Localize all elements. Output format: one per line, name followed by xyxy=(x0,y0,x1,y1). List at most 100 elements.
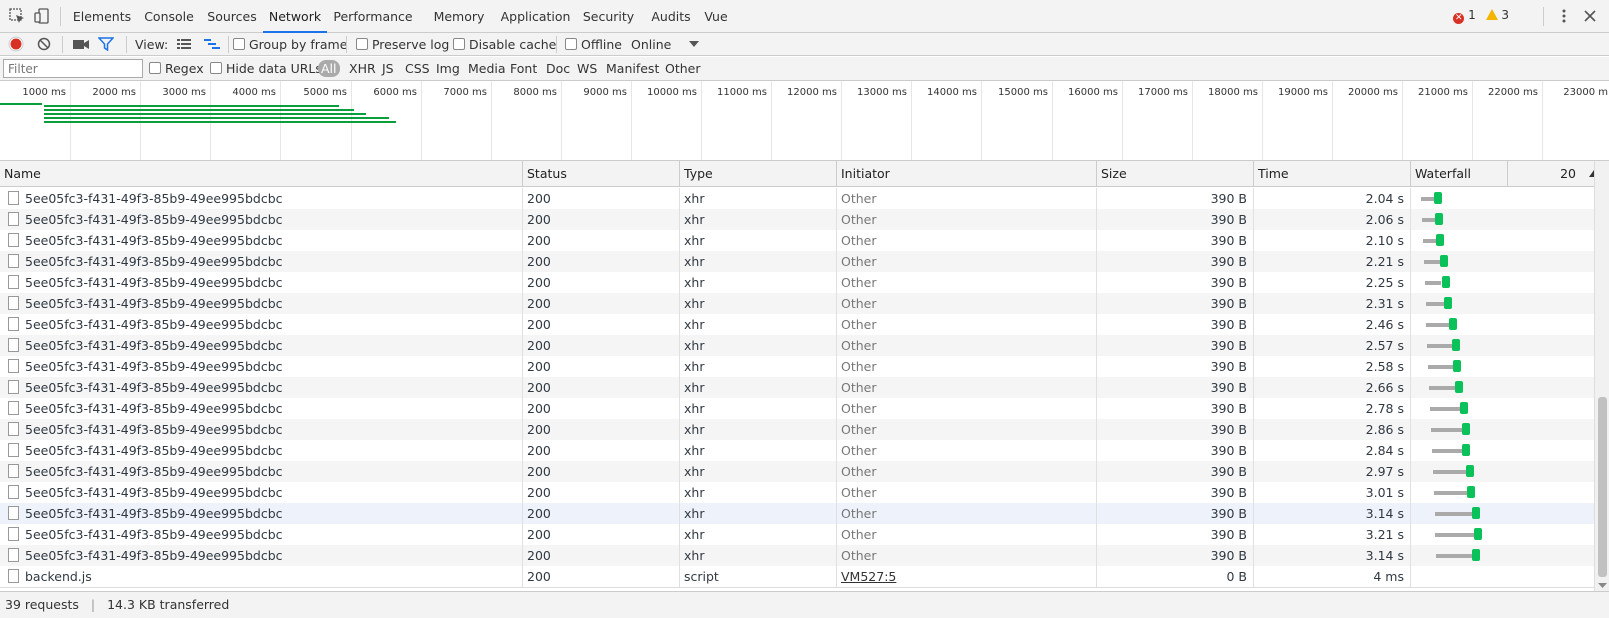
overview-bar xyxy=(44,117,389,119)
filter-type-doc[interactable]: Doc xyxy=(546,61,570,76)
filter-type-xhr[interactable]: XHR xyxy=(349,61,376,76)
column-header-initiator[interactable]: Initiator xyxy=(837,161,1097,187)
waterfall-receive-bar xyxy=(1459,402,1468,414)
tab-security[interactable]: Security xyxy=(572,0,645,33)
filter-type-css[interactable]: CSS xyxy=(405,61,430,76)
throttling-select[interactable]: Online xyxy=(631,37,671,52)
column-header-name[interactable]: Name xyxy=(0,161,523,187)
tab-network[interactable]: Network xyxy=(263,0,327,33)
filter-type-manifest[interactable]: Manifest xyxy=(606,61,659,76)
waterfall-cell xyxy=(1411,482,1594,503)
filter-type-ws[interactable]: WS xyxy=(577,61,597,76)
column-header-waterfall[interactable]: Waterfall xyxy=(1411,161,1508,187)
device-toolbar-icon[interactable] xyxy=(33,7,51,25)
type-cell: script xyxy=(680,566,837,587)
table-row[interactable]: 5ee05fc3-f431-49f3-85b9-49ee995bdcbc 200 x… xyxy=(0,272,1594,293)
close-icon[interactable] xyxy=(1581,7,1599,25)
more-options-icon[interactable] xyxy=(1555,7,1573,25)
column-header-size[interactable]: Size xyxy=(1097,161,1254,187)
table-row[interactable]: 5ee05fc3-f431-49f3-85b9-49ee995bdcbc 200 x… xyxy=(0,482,1594,503)
tab-performance[interactable]: Performance xyxy=(327,0,419,33)
overview-tick-label: 21000 ms xyxy=(1418,87,1468,98)
table-row[interactable]: 5ee05fc3-f431-49f3-85b9-49ee995bdcbc 200 x… xyxy=(0,545,1594,566)
issues-counter[interactable]: ✕ 1 3 xyxy=(1453,8,1509,24)
filter-type-js[interactable]: JS xyxy=(382,61,394,76)
record-icon[interactable] xyxy=(8,36,24,52)
table-row[interactable]: 5ee05fc3-f431-49f3-85b9-49ee995bdcbc 200 x… xyxy=(0,503,1594,524)
filter-type-media[interactable]: Media xyxy=(468,61,506,76)
table-row[interactable]: 5ee05fc3-f431-49f3-85b9-49ee995bdcbc 200 x… xyxy=(0,335,1594,356)
time-cell: 4 ms xyxy=(1254,566,1411,587)
filter-type-other[interactable]: Other xyxy=(665,61,701,76)
initiator-cell: Other xyxy=(837,251,1097,272)
column-header-status[interactable]: Status xyxy=(523,161,680,187)
scrollbar-thumb[interactable] xyxy=(1598,397,1607,577)
initiator-value[interactable]: VM527:5 xyxy=(841,569,896,584)
overview-waterfall-icon[interactable] xyxy=(204,38,220,50)
filter-type-all[interactable]: All xyxy=(318,60,340,77)
table-row[interactable]: 5ee05fc3-f431-49f3-85b9-49ee995bdcbc 200 x… xyxy=(0,440,1594,461)
scroll-down-arrow-icon[interactable] xyxy=(1598,583,1607,589)
vertical-scrollbar[interactable] xyxy=(1594,161,1609,591)
status-cell: 200 xyxy=(523,356,680,377)
column-header-time[interactable]: Time xyxy=(1254,161,1411,187)
initiator-cell[interactable]: VM527:5 xyxy=(837,566,1097,587)
overview-bar xyxy=(44,121,396,123)
tab-sources[interactable]: Sources xyxy=(201,0,263,33)
waterfall-waiting-bar xyxy=(1425,302,1444,306)
offline-checkbox[interactable]: Offline xyxy=(565,37,622,52)
overview-tick-label: 14000 ms xyxy=(927,87,977,98)
filter-icon[interactable] xyxy=(98,37,114,51)
tab-memory[interactable]: Memory xyxy=(419,0,499,33)
disable-cache-checkbox[interactable]: Disable cache xyxy=(453,37,556,52)
initiator-value: Other xyxy=(841,338,877,353)
table-row[interactable]: 5ee05fc3-f431-49f3-85b9-49ee995bdcbc 200 x… xyxy=(0,461,1594,482)
filter-type-font[interactable]: Font xyxy=(510,61,537,76)
tab-console[interactable]: Console xyxy=(138,0,200,33)
group-by-frame-checkbox[interactable]: Group by frame xyxy=(233,37,347,52)
size-cell: 390 B xyxy=(1097,251,1254,272)
table-row[interactable]: 5ee05fc3-f431-49f3-85b9-49ee995bdcbc 200 x… xyxy=(0,524,1594,545)
table-row[interactable]: 5ee05fc3-f431-49f3-85b9-49ee995bdcbc 200 x… xyxy=(0,398,1594,419)
regex-checkbox[interactable]: Regex xyxy=(149,61,204,76)
inspect-element-icon[interactable] xyxy=(8,7,26,25)
screenshot-camera-icon[interactable] xyxy=(72,37,90,51)
table-row[interactable]: backend.js 200 script VM527:5 0 B4 ms xyxy=(0,566,1594,588)
waterfall-cell xyxy=(1411,188,1594,209)
time-cell: 3.21 s xyxy=(1254,524,1411,545)
chevron-down-icon[interactable] xyxy=(689,41,699,48)
initiator-value: Other xyxy=(841,233,877,248)
time-cell: 3.01 s xyxy=(1254,482,1411,503)
table-row[interactable]: 5ee05fc3-f431-49f3-85b9-49ee995bdcbc 200 x… xyxy=(0,314,1594,335)
status-cell: 200 xyxy=(523,251,680,272)
filter-input[interactable] xyxy=(3,59,143,78)
table-row[interactable]: 5ee05fc3-f431-49f3-85b9-49ee995bdcbc 200 x… xyxy=(0,419,1594,440)
size-cell: 390 B xyxy=(1097,398,1254,419)
clear-icon[interactable] xyxy=(36,36,52,52)
waterfall-waiting-bar xyxy=(1422,239,1437,243)
table-row[interactable]: 5ee05fc3-f431-49f3-85b9-49ee995bdcbc 200 x… xyxy=(0,293,1594,314)
tab-audits[interactable]: Audits xyxy=(645,0,697,33)
table-row[interactable]: 5ee05fc3-f431-49f3-85b9-49ee995bdcbc 200 x… xyxy=(0,377,1594,398)
overview-grid-line xyxy=(1542,81,1543,160)
overview-grid-line xyxy=(1472,81,1473,160)
table-row[interactable]: 5ee05fc3-f431-49f3-85b9-49ee995bdcbc 200 x… xyxy=(0,251,1594,272)
table-row[interactable]: 5ee05fc3-f431-49f3-85b9-49ee995bdcbc 200 x… xyxy=(0,230,1594,251)
hide-data-urls-checkbox[interactable]: Hide data URLs xyxy=(210,61,322,76)
network-overview[interactable]: 1000 ms 2000 ms 3000 ms 4000 ms 5000 ms 6000 … xyxy=(0,81,1609,161)
type-cell: xhr xyxy=(680,545,837,566)
table-row[interactable]: 5ee05fc3-f431-49f3-85b9-49ee995bdcbc 200 x… xyxy=(0,188,1594,209)
preserve-log-checkbox[interactable]: Preserve log xyxy=(356,37,449,52)
table-row[interactable]: 5ee05fc3-f431-49f3-85b9-49ee995bdcbc 200 x… xyxy=(0,209,1594,230)
tab-application[interactable]: Application xyxy=(499,0,572,33)
tab-vue[interactable]: Vue xyxy=(697,0,735,33)
waterfall-waiting-bar xyxy=(1426,323,1449,327)
table-row[interactable]: 5ee05fc3-f431-49f3-85b9-49ee995bdcbc 200 x… xyxy=(0,356,1594,377)
type-cell: xhr xyxy=(680,272,837,293)
filter-type-img[interactable]: Img xyxy=(436,61,460,76)
name-cell: 5ee05fc3-f431-49f3-85b9-49ee995bdcbc xyxy=(0,209,523,230)
overview-tick-label: 22000 ms xyxy=(1488,87,1538,98)
large-rows-icon[interactable] xyxy=(177,38,191,50)
tab-elements[interactable]: Elements xyxy=(65,0,139,33)
column-header-type[interactable]: Type xyxy=(680,161,837,187)
